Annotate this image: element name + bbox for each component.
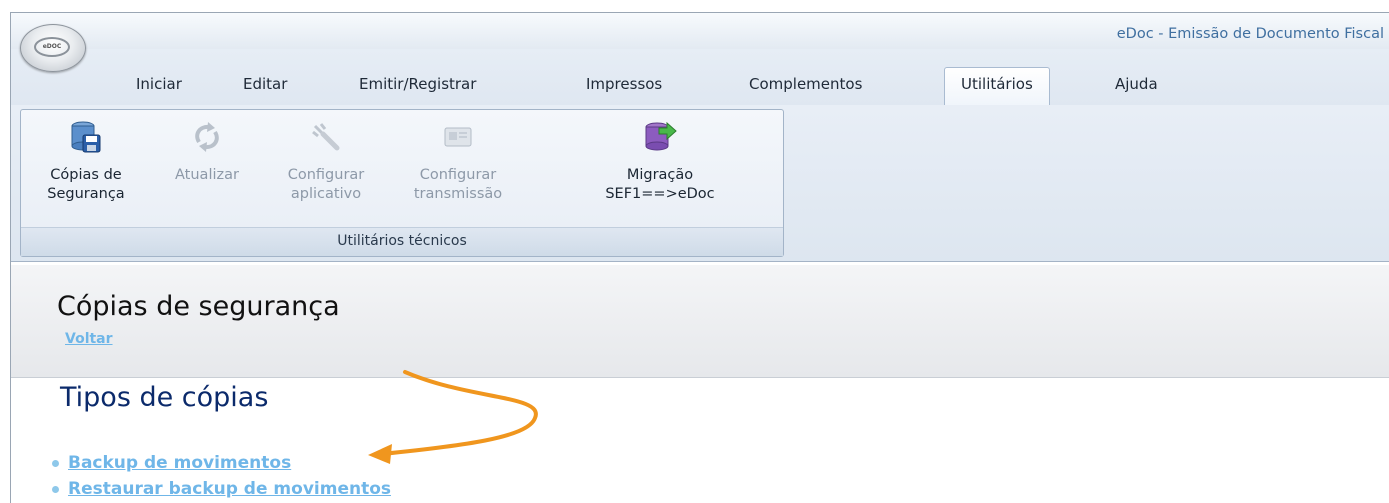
link-backup-de-movimentos[interactable]: Backup de movimentos: [52, 453, 291, 473]
tab-emitir-registrar[interactable]: Emitir/Registrar: [359, 75, 476, 93]
tab-iniciar[interactable]: Iniciar: [136, 75, 182, 93]
refresh-icon: [195, 122, 219, 152]
ribbon-group-label: Utilitários técnicos: [21, 227, 783, 256]
restaurar-backup-label: Restaurar backup de movimentos: [68, 479, 391, 499]
migracao-line2: SEF1==>eDoc: [605, 186, 715, 202]
configurar-transmissao-button[interactable]: Configurar transmissão: [393, 120, 523, 204]
ribbon-panel: Cópias de Segurança Atualizar Configurar…: [11, 105, 1389, 262]
tab-editar[interactable]: Editar: [243, 75, 287, 93]
configurar-aplicativo-line1: Configurar: [287, 167, 365, 183]
wrench-icon: [312, 123, 340, 151]
ribbon-group-utilitarios-tecnicos: Cópias de Segurança Atualizar Configurar…: [20, 109, 784, 257]
tab-ajuda[interactable]: Ajuda: [1115, 75, 1158, 93]
bullet-icon: [52, 459, 59, 467]
tab-impressos[interactable]: Impressos: [586, 75, 662, 93]
app-logo-icon: eDOC: [34, 37, 70, 57]
copias-de-seguranca-button[interactable]: Cópias de Segurança: [33, 120, 139, 204]
migracao-button[interactable]: Migração SEF1==>eDoc: [595, 120, 725, 204]
atualizar-button[interactable]: Atualizar: [157, 120, 257, 185]
content-header: Cópias de segurança Voltar: [11, 265, 1389, 378]
database-migrate-icon: [645, 121, 677, 151]
ribbon-tab-bar: Iniciar Editar Emitir/Registrar Impresso…: [11, 49, 1389, 106]
database-save-icon: [71, 121, 101, 153]
configurar-transmissao-line1: Configurar: [419, 167, 497, 183]
copias-de-seguranca-line2: Segurança: [47, 186, 125, 202]
tab-utilitarios[interactable]: Utilitários: [944, 67, 1050, 105]
title-bar: eDoc - Emissão de Documento Fiscal: [11, 13, 1389, 49]
app-window: eDoc - Emissão de Documento Fiscal eDOC …: [10, 12, 1389, 503]
copias-de-seguranca-line1: Cópias de: [50, 167, 122, 183]
bullet-icon: [52, 485, 59, 493]
page-title: Cópias de segurança: [57, 291, 340, 322]
atualizar-label: Atualizar: [175, 167, 239, 183]
configurar-aplicativo-button[interactable]: Configurar aplicativo: [271, 120, 381, 204]
window-title: eDoc - Emissão de Documento Fiscal: [1116, 26, 1384, 42]
tab-complementos[interactable]: Complementos: [749, 75, 862, 93]
configurar-aplicativo-line2: aplicativo: [290, 186, 362, 202]
configurar-transmissao-line2: transmissão: [413, 186, 503, 202]
backup-de-movimentos-label: Backup de movimentos: [68, 453, 292, 473]
application-menu-button[interactable]: eDOC: [20, 24, 86, 72]
voltar-link[interactable]: Voltar: [65, 331, 113, 347]
transmission-card-icon: [444, 127, 472, 147]
section-title: Tipos de cópias: [60, 382, 269, 413]
migracao-line1: Migração: [626, 167, 694, 183]
link-restaurar-backup[interactable]: Restaurar backup de movimentos: [52, 479, 391, 499]
